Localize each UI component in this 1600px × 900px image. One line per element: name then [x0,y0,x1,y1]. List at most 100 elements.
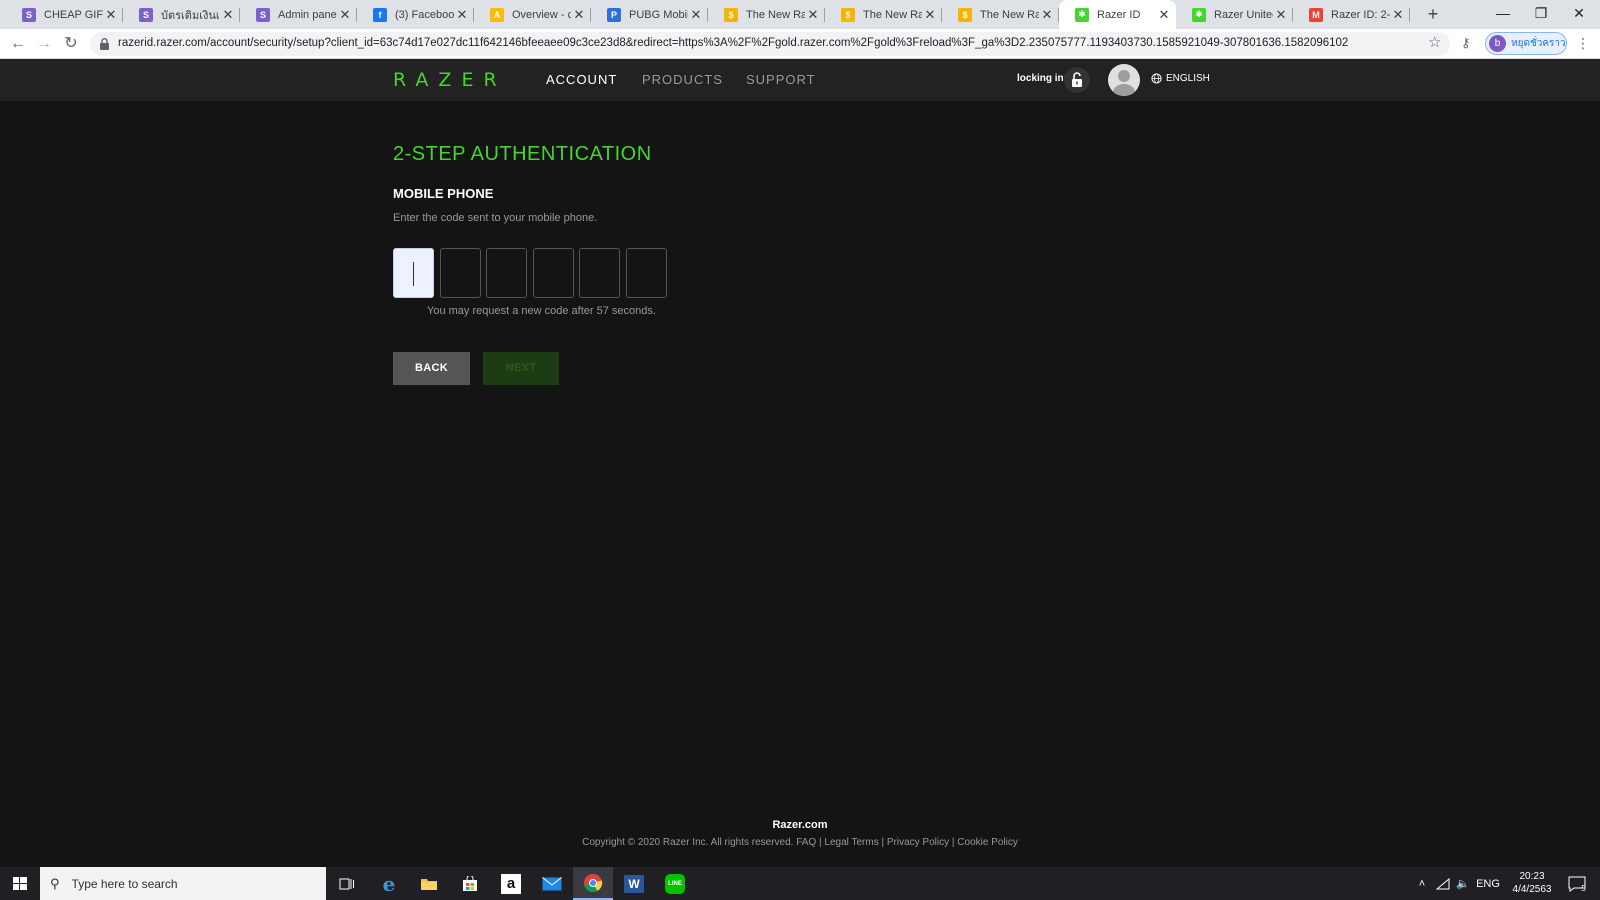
taskbar-search[interactable]: ⚲ Type here to search [40,867,326,900]
reload-icon[interactable]: ↻ [60,33,82,55]
tab-title: บัตรเติมเงินเกม [161,9,220,22]
minimize-button[interactable]: — [1484,0,1522,29]
profile-avatar: b [1489,35,1506,52]
browser-tab[interactable]: M Razer ID: 2-Ste✕ [1293,0,1410,29]
text-caret [413,262,414,286]
key-icon[interactable]: ⚷ [1461,35,1471,51]
back-button[interactable]: BACK [393,352,470,385]
chrome-icon[interactable] [573,867,613,900]
browser-tab[interactable]: ✱ Razer United S✕ [1176,0,1293,29]
tab-close-icon[interactable]: ✕ [805,7,821,23]
mail-icon[interactable] [532,867,572,900]
browser-tab[interactable]: P PUBG Mobile✕ [591,0,708,29]
windows-taskbar: ⚲ Type here to search e a W LINE ˄ 🔈 ENG… [0,867,1600,900]
tab-close-icon[interactable]: ✕ [922,7,938,23]
amazon-icon[interactable]: a [491,867,531,900]
locking-label: locking in: [1017,73,1067,84]
new-tab-button[interactable]: + [1422,2,1444,26]
browser-tab-strip: SCHEAP GIFT C✕Sบัตรเติมเงินเกม✕SAdmin pa… [0,0,1600,29]
tab-close-icon[interactable]: ✕ [337,7,353,23]
browser-tab[interactable]: $ The New Raze✕ [825,0,942,29]
nav-support[interactable]: SUPPORT [746,72,816,87]
line-app-icon[interactable]: LINE [655,867,695,900]
tab-title: Admin panel | [278,8,337,21]
lock-icon [100,38,109,50]
notification-center-icon[interactable]: 5 [1563,867,1591,900]
windows-start-icon[interactable] [0,867,40,900]
tab-title: Razer United S [1214,8,1273,21]
browser-tab[interactable]: S Admin panel |✕ [240,0,357,29]
copyright-text: Copyright © 2020 Razer Inc. All rights r… [582,837,794,848]
footer-link-privacy[interactable]: Privacy Policy [887,837,949,848]
footer-link-legal[interactable]: Legal Terms [824,837,878,848]
nav-account[interactable]: ACCOUNT [546,72,617,87]
tab-title: The New Raze [863,8,922,21]
gift-site-icon: S [139,7,153,22]
tab-title: Overview - cg [512,8,571,21]
razer-logo[interactable]: RAZER [393,69,507,91]
word-icon[interactable]: W [614,867,654,900]
tab-close-icon[interactable]: ✕ [688,7,704,23]
section-title: MOBILE PHONE [393,186,494,201]
browser-tab[interactable]: S CHEAP GIFT C✕ [6,0,123,29]
tab-title: (3) Facebook [395,8,454,21]
tab-title: PUBG Mobile [629,8,688,21]
forward-arrow-icon[interactable]: → [33,33,55,55]
language-selector[interactable]: ENGLISH [1151,73,1210,84]
nav-products[interactable]: PRODUCTS [642,72,723,87]
razer-icon: ✱ [1075,7,1089,22]
network-icon[interactable] [1433,867,1453,900]
browser-tab[interactable]: ✱ Razer ID ✕ [1059,0,1176,29]
restore-button[interactable]: ❐ [1522,0,1560,29]
footer-links: Copyright © 2020 Razer Inc. All rights r… [582,837,1018,848]
next-button[interactable]: NEXT [483,352,559,385]
input-language[interactable]: ENG [1474,867,1502,900]
browser-tab[interactable]: S บัตรเติมเงินเกม✕ [123,0,240,29]
back-arrow-icon[interactable]: ← [7,33,29,55]
bookmark-star-icon[interactable]: ☆ [1428,33,1441,51]
tab-title: CHEAP GIFT C [44,8,103,21]
code-digit-6[interactable] [626,248,667,298]
browser-tab[interactable]: $ The New Raze✕ [708,0,825,29]
page-title: 2-STEP AUTHENTICATION [393,143,652,165]
footer-brand[interactable]: Razer.com [0,819,1600,831]
task-view-icon[interactable] [327,867,367,900]
tab-close-icon[interactable]: ✕ [571,7,587,23]
store-icon[interactable] [450,867,490,900]
unlock-icon[interactable] [1064,67,1090,93]
tab-title: The New Raze [746,8,805,21]
edge-icon[interactable]: e [369,867,409,900]
code-digit-3[interactable] [486,248,527,298]
tab-close-icon[interactable]: ✕ [1390,7,1406,23]
browser-tab[interactable]: A Overview - cg✕ [474,0,591,29]
code-digit-1[interactable] [393,248,434,298]
tab-close-icon[interactable]: ✕ [1273,7,1289,23]
tab-title: The New Raze [980,8,1039,21]
address-bar[interactable]: razerid.razer.com/account/security/setup… [90,32,1450,56]
tab-close-icon[interactable]: ✕ [454,7,470,23]
close-window-button[interactable]: ✕ [1560,0,1598,29]
gmail-icon: M [1309,7,1323,22]
menu-kebab-icon[interactable]: ⋮ [1576,35,1590,52]
tab-close-icon[interactable]: ✕ [103,7,119,23]
browser-tab[interactable]: f (3) Facebook ✕ [357,0,474,29]
tab-close-icon[interactable]: ✕ [1156,7,1172,23]
file-explorer-icon[interactable] [409,867,449,900]
browser-tab[interactable]: $ The New Raze✕ [942,0,1059,29]
user-avatar[interactable] [1108,64,1140,96]
show-hidden-icons-chevron-icon[interactable]: ˄ [1412,867,1432,900]
gift-site-icon: S [256,7,270,22]
tab-close-icon[interactable]: ✕ [220,7,236,23]
profile-name: หยุดชั่วคราว [1511,38,1566,49]
url-text[interactable]: razerid.razer.com/account/security/setup… [118,37,1348,49]
code-digit-5[interactable] [579,248,620,298]
volume-icon[interactable]: 🔈 [1453,867,1473,900]
system-clock[interactable]: 20:23 4/4/2563 [1506,870,1558,896]
code-digit-2[interactable] [440,248,481,298]
code-digit-4[interactable] [533,248,574,298]
tab-title: Razer ID: 2-Ste [1331,8,1390,21]
footer-link-faq[interactable]: FAQ [796,837,816,848]
tab-close-icon[interactable]: ✕ [1039,7,1055,23]
footer-link-cookie[interactable]: Cookie Policy [957,837,1018,848]
profile-button[interactable]: b หยุดชั่วคราว [1485,32,1567,55]
